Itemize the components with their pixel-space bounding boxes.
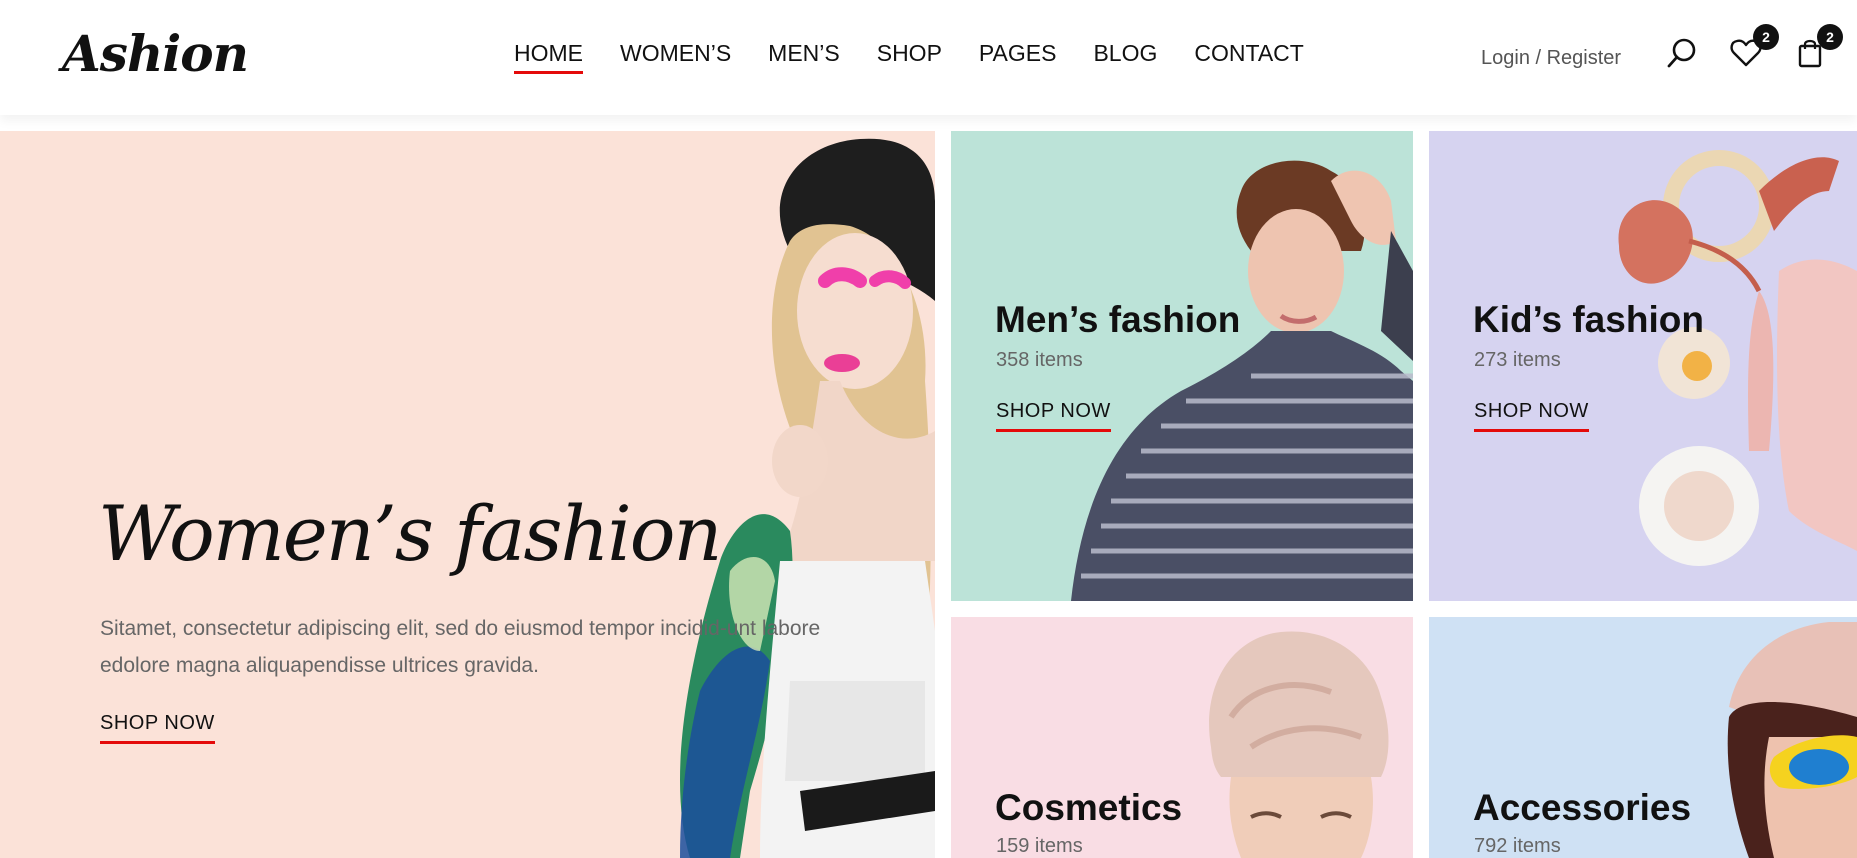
kids-item-count: 273 items [1474,349,1561,371]
cosmetics-title: Cosmetics [995,787,1183,828]
mens-fashion-card[interactable]: Men’s fashion 358 items SHOP NOW [951,131,1413,601]
accessories-item-count: 792 items [1474,835,1561,857]
cart-button[interactable]: 2 [1793,24,1843,70]
wishlist-button[interactable]: 2 [1729,24,1779,70]
nav-home[interactable]: HOME [514,38,583,74]
cart-count-badge: 2 [1817,24,1843,50]
search-icon [1667,38,1696,68]
site-header: Ashion HOME WOMEN’S MEN’S SHOP PAGES BLO… [0,0,1857,115]
logo[interactable]: Ashion [62,18,249,90]
nav-womens[interactable]: WOMEN’S [620,38,731,68]
hero-description: Sitamet, consectetur adipiscing elit, se… [100,617,821,677]
mens-item-count: 358 items [996,349,1083,371]
mens-shop-now-link[interactable]: SHOP NOW [996,399,1111,432]
kids-fashion-title: Kid’s fashion [1473,299,1704,340]
womens-fashion-banner: Women’s fashion Sitamet, consectetur adi… [0,131,935,858]
main-nav: HOME WOMEN’S MEN’S SHOP PAGES BLOG CONTA… [514,38,1341,74]
hero-title: Women’s fashion [98,489,722,578]
nav-shop[interactable]: SHOP [877,38,942,68]
kids-fashion-card[interactable]: Kid’s fashion 273 items SHOP NOW [1429,131,1857,601]
kids-shop-now-link[interactable]: SHOP NOW [1474,399,1589,432]
accessories-title: Accessories [1473,787,1692,828]
accessories-card[interactable]: Accessories 792 items [1429,617,1857,858]
wishlist-count-badge: 2 [1753,24,1779,50]
nav-blog[interactable]: BLOG [1093,38,1157,68]
hero-shop-now-link[interactable]: SHOP NOW [100,711,215,744]
nav-mens[interactable]: MEN’S [768,38,840,68]
login-register-link[interactable]: Login / Register [1481,45,1621,71]
mens-fashion-title: Men’s fashion [995,299,1241,340]
search-button[interactable] [1665,36,1699,70]
cosmetics-item-count: 159 items [996,835,1083,857]
cosmetics-card[interactable]: Cosmetics 159 items [951,617,1413,858]
nav-contact[interactable]: CONTACT [1194,38,1303,68]
nav-pages[interactable]: PAGES [979,38,1057,68]
